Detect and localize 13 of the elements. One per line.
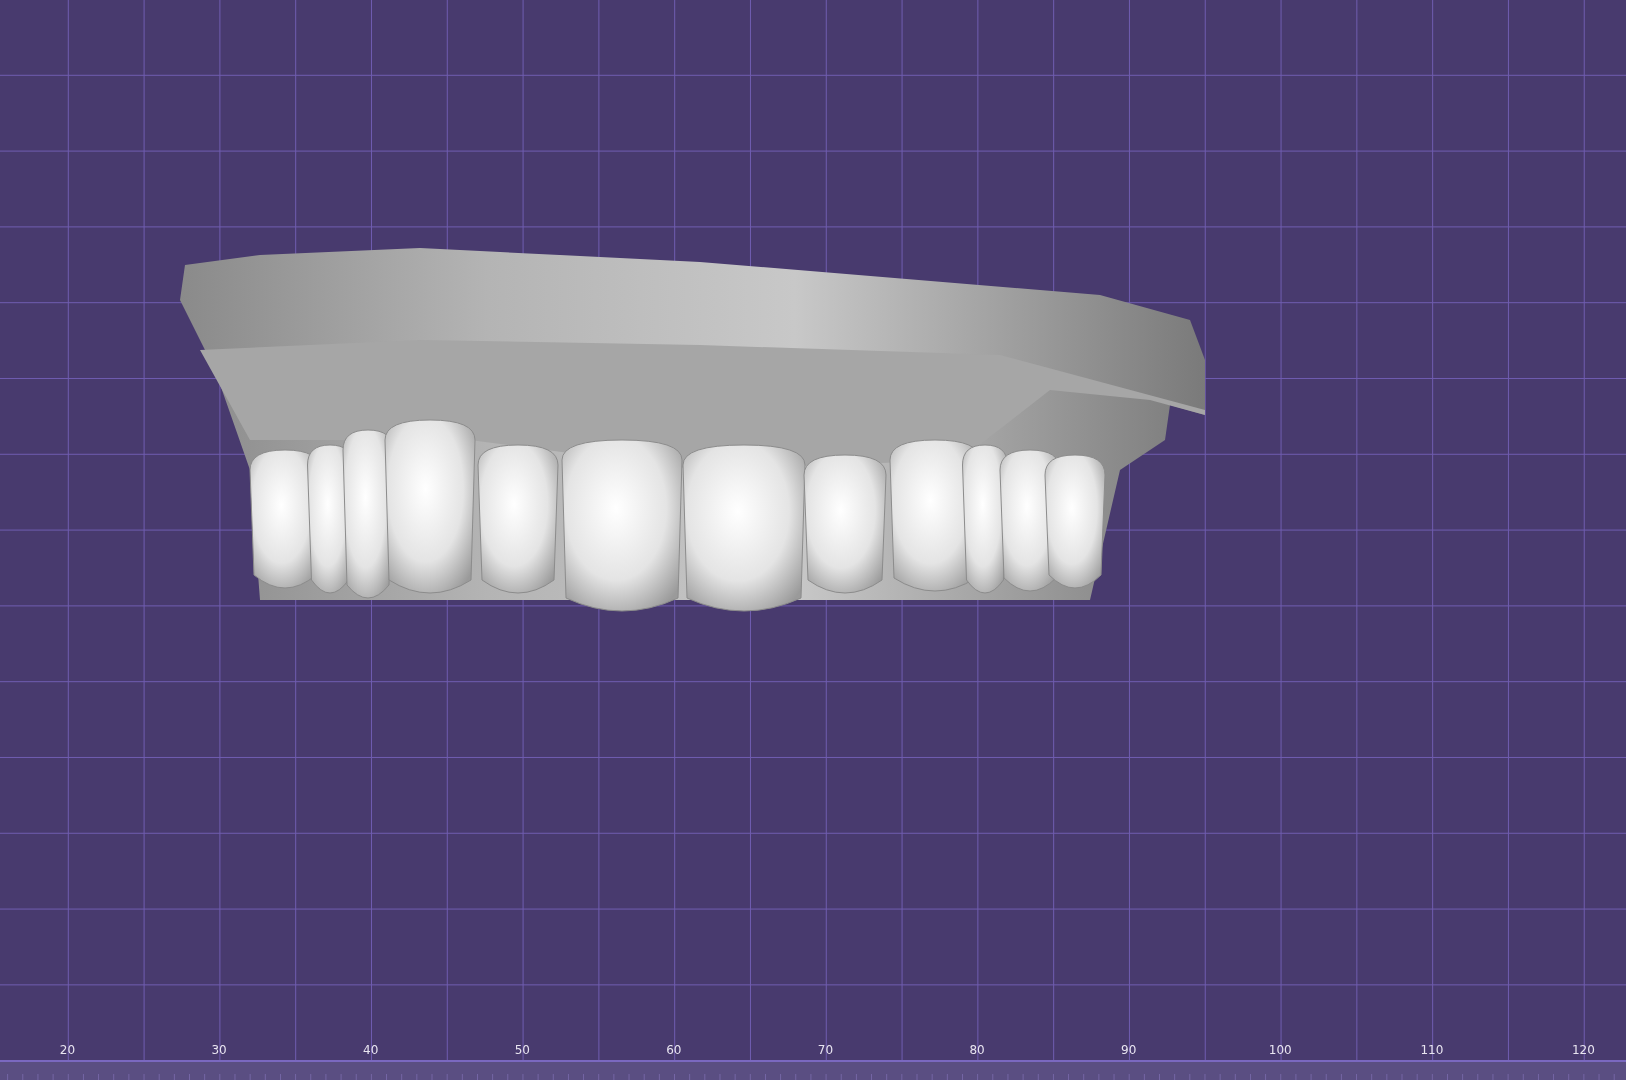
dental-model-drawing[interactable] — [180, 248, 1205, 612]
ruler-label: 110 — [1419, 1043, 1445, 1057]
ruler-label: 120 — [1571, 1043, 1596, 1057]
ruler-label: 60 — [665, 1043, 683, 1057]
ruler-label: 80 — [968, 1043, 986, 1057]
ruler-label: 70 — [816, 1043, 835, 1057]
ruler-label: 50 — [513, 1043, 531, 1057]
3d-viewport[interactable]: 20 30 40 50 60 70 80 90 100 110 120 — [0, 0, 1626, 1080]
ruler-label: 90 — [1120, 1043, 1138, 1057]
ruler-label: 30 — [210, 1043, 228, 1057]
ruler-label: 100 — [1267, 1043, 1293, 1057]
ruler-label: 40 — [362, 1043, 380, 1057]
ruler-label: 20 — [58, 1043, 77, 1057]
